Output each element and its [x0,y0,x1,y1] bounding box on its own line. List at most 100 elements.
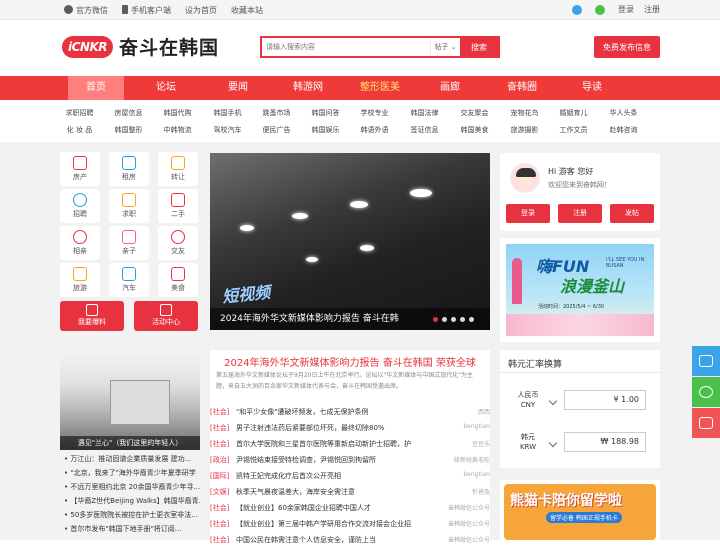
qq-icon[interactable] [572,4,582,15]
category-link[interactable]: 旅游摄影 [500,125,549,135]
slider-dot[interactable] [433,317,438,322]
quick-item-rent[interactable]: 租房 [109,152,149,186]
quick-item-food[interactable]: 美食 [158,263,198,297]
category-link[interactable]: 化 妆 品 [55,125,104,135]
list-item[interactable]: • 万江山：推动固谱企業质量发展 建功... [60,452,200,466]
top-login-link[interactable]: 登录 [618,4,634,15]
slider-dot[interactable] [451,317,456,322]
category-link[interactable]: 房屋信息 [104,108,153,118]
quick-item-secondhand[interactable]: 二手 [158,189,198,223]
event-center-button[interactable]: 活动中心 [134,301,198,331]
quick-item-transfer[interactable]: 转让 [158,152,198,186]
busan-ad-banner[interactable]: 嗨FUN 浪漫釜山 I'LL SEE YOU IN BUSAN 活动时间：202… [500,238,660,342]
nav-item-forum[interactable]: 论坛 [138,76,194,100]
category-link[interactable]: 婚姻育儿 [549,108,598,118]
slider-dot[interactable] [460,317,465,322]
category-link[interactable]: 韩国整形 [104,125,153,135]
greeting: Hi 游客 您好 [548,167,594,176]
news-photo[interactable]: 遇见"兰心"（我们这里的年轻人） [60,350,200,450]
list-item[interactable]: • 【华裔Z世代Beijing Walks】韩国华裔青... [60,494,200,508]
nav-item-home[interactable]: 首页 [68,76,124,100]
news-row[interactable]: [社会] 【就业创业】第三届中韩产学研用合作交流对接会企业招 奋韩微信公众号 [210,519,490,533]
category-link[interactable]: 韩国代购 [153,108,202,118]
search-input[interactable] [262,38,430,56]
news-row[interactable]: [政治] 尹锡悦结束接受特检调查，尹锡悦回到拘留所 绫新碰鼻毛吃 [210,455,490,469]
category-link[interactable]: 驾校汽车 [203,125,252,135]
quick-item-car[interactable]: 汽车 [109,263,149,297]
search-button[interactable]: 搜索 [460,38,498,56]
side-feedback-button[interactable] [692,408,720,438]
quick-item-hiring[interactable]: 招聘 [60,189,100,223]
slider-dot[interactable] [469,317,474,322]
krw-amount-input[interactable]: ₩ 188.98 [564,432,646,452]
news-row[interactable]: [社会] "和平少女像"遭破坏频发，七成无保护条例 西西 [210,407,490,421]
quick-item-jobseek[interactable]: 求职 [109,189,149,223]
news-row[interactable]: [社会] 【就业创业】60余家韩国企业招聘中国人才 奋韩微信公众号 [210,503,490,517]
news-row[interactable]: [社会] 男子注射违法药后紧要部位坏死，最终切除80% bengtian [210,423,490,437]
panda-card-ad[interactable]: 熊猫卡陪你留学啦 留学必备 韩国正规手机卡 [500,480,660,540]
category-link[interactable]: 中韩物流 [153,125,202,135]
chevron-down-icon[interactable] [548,396,558,406]
category-link[interactable]: 华人头条 [599,108,648,118]
chevron-down-icon[interactable] [548,438,558,448]
building-image [110,380,170,425]
krw-select[interactable]: 韩元 KRW [510,432,546,452]
quick-item-house[interactable]: 房产 [60,152,100,186]
search-type-select[interactable]: 帖子 ⌄ [430,38,460,56]
register-button[interactable]: 注册 [558,204,602,223]
nav-item-gallery[interactable]: 画廊 [422,76,478,100]
news-row[interactable]: [文娱] 秋季天气晨夜温差大，海岸安全需注意 忻爸兔 [210,487,490,501]
news-row[interactable]: [社会] 中国公民在韩需注意个人信息安全，谨防上当 奋韩微信公众号 [210,535,490,549]
category-link[interactable]: 韩国问答 [301,108,350,118]
wechat-link[interactable]: 官方微信 [64,5,108,16]
krw-row: 韩元 KRW ₩ 188.98 [500,432,660,460]
top-register-link[interactable]: 注册 [644,4,660,15]
quick-item-travel[interactable]: 旅游 [60,263,100,297]
quick-item-dating[interactable]: 相亲 [60,226,100,260]
category-link[interactable]: 跳蚤市场 [252,108,301,118]
nav-item-circle[interactable]: 奋韩圈 [494,76,550,100]
login-button[interactable]: 登录 [506,204,550,223]
free-post-button[interactable]: 免费发布信息 [594,36,660,58]
category-link[interactable]: 韩国手机 [203,108,252,118]
mobile-client-link[interactable]: 手机客户端 [122,5,171,16]
category-link[interactable]: 求职招聘 [55,108,104,118]
list-item[interactable]: • 50多岁医院院长被控在护士更衣室非法... [60,508,200,522]
category-link[interactable]: 工作文员 [549,125,598,135]
news-row[interactable]: [社会] 首尔大学医院和三星首尔医院等重新启动新护士招聘，护 豆豆乐 [210,439,490,453]
bookmark-link[interactable]: 收藏本站 [231,5,263,16]
report-button[interactable]: 我要爆料 [60,301,124,331]
nav-item-beauty[interactable]: 整形医美 [352,76,408,100]
category-link[interactable]: 韩国娱乐 [301,125,350,135]
list-item[interactable]: • 首尔市发布"韩国下地手册"将订阅... [60,522,200,536]
hero-slider[interactable]: 短视频 2024年海外华文新媒体影响力报告 奋斗在韩 [210,153,490,330]
cny-amount-input[interactable]: ¥ 1.00 [564,390,646,410]
nav-item-news[interactable]: 要闻 [210,76,266,100]
wechat-login-icon[interactable] [595,4,605,15]
banner-date: 活动时间：2025/5/4 ~ 6/30 [538,304,605,310]
category-link[interactable]: 韩语外语 [350,125,399,135]
list-item[interactable]: • 不远万里相约北京 20余国华裔青少年寻... [60,480,200,494]
category-link[interactable]: 学校专业 [350,108,399,118]
category-link[interactable]: 韩国法律 [400,108,449,118]
category-link[interactable]: 赴韩咨询 [599,125,648,135]
side-wechat-button[interactable] [692,377,720,407]
nav-item-guide[interactable]: 导读 [564,76,620,100]
cny-select[interactable]: 人民币 CNY [510,390,546,410]
news-headline[interactable]: 2024年海外华文新媒体影响力报告 奋斗在韩国 荣获全球 [210,354,490,369]
category-link[interactable]: 签证信息 [400,125,449,135]
news-row[interactable]: [国际] 凯特王妃完成化疗后首次公开亮相 bengtian [210,471,490,485]
site-logo[interactable]: iCNKR 奋斗在韩国 [62,33,219,60]
slider-dot[interactable] [442,317,447,322]
set-homepage-link[interactable]: 设为首页 [185,5,217,16]
category-link[interactable]: 便民广告 [252,125,301,135]
quick-item-parenting[interactable]: 亲子 [109,226,149,260]
quick-item-friends[interactable]: 交友 [158,226,198,260]
side-qq-button[interactable] [692,346,720,376]
nav-item-travel[interactable]: 韩游网 [280,76,336,100]
category-link[interactable]: 宠物花鸟 [500,108,549,118]
new-post-button[interactable]: 发帖 [610,204,654,223]
category-link[interactable]: 交友聚会 [450,108,499,118]
list-item[interactable]: • "北京，我来了"海外华裔青少年夏季研学 [60,466,200,480]
category-link[interactable]: 韩国美食 [450,125,499,135]
